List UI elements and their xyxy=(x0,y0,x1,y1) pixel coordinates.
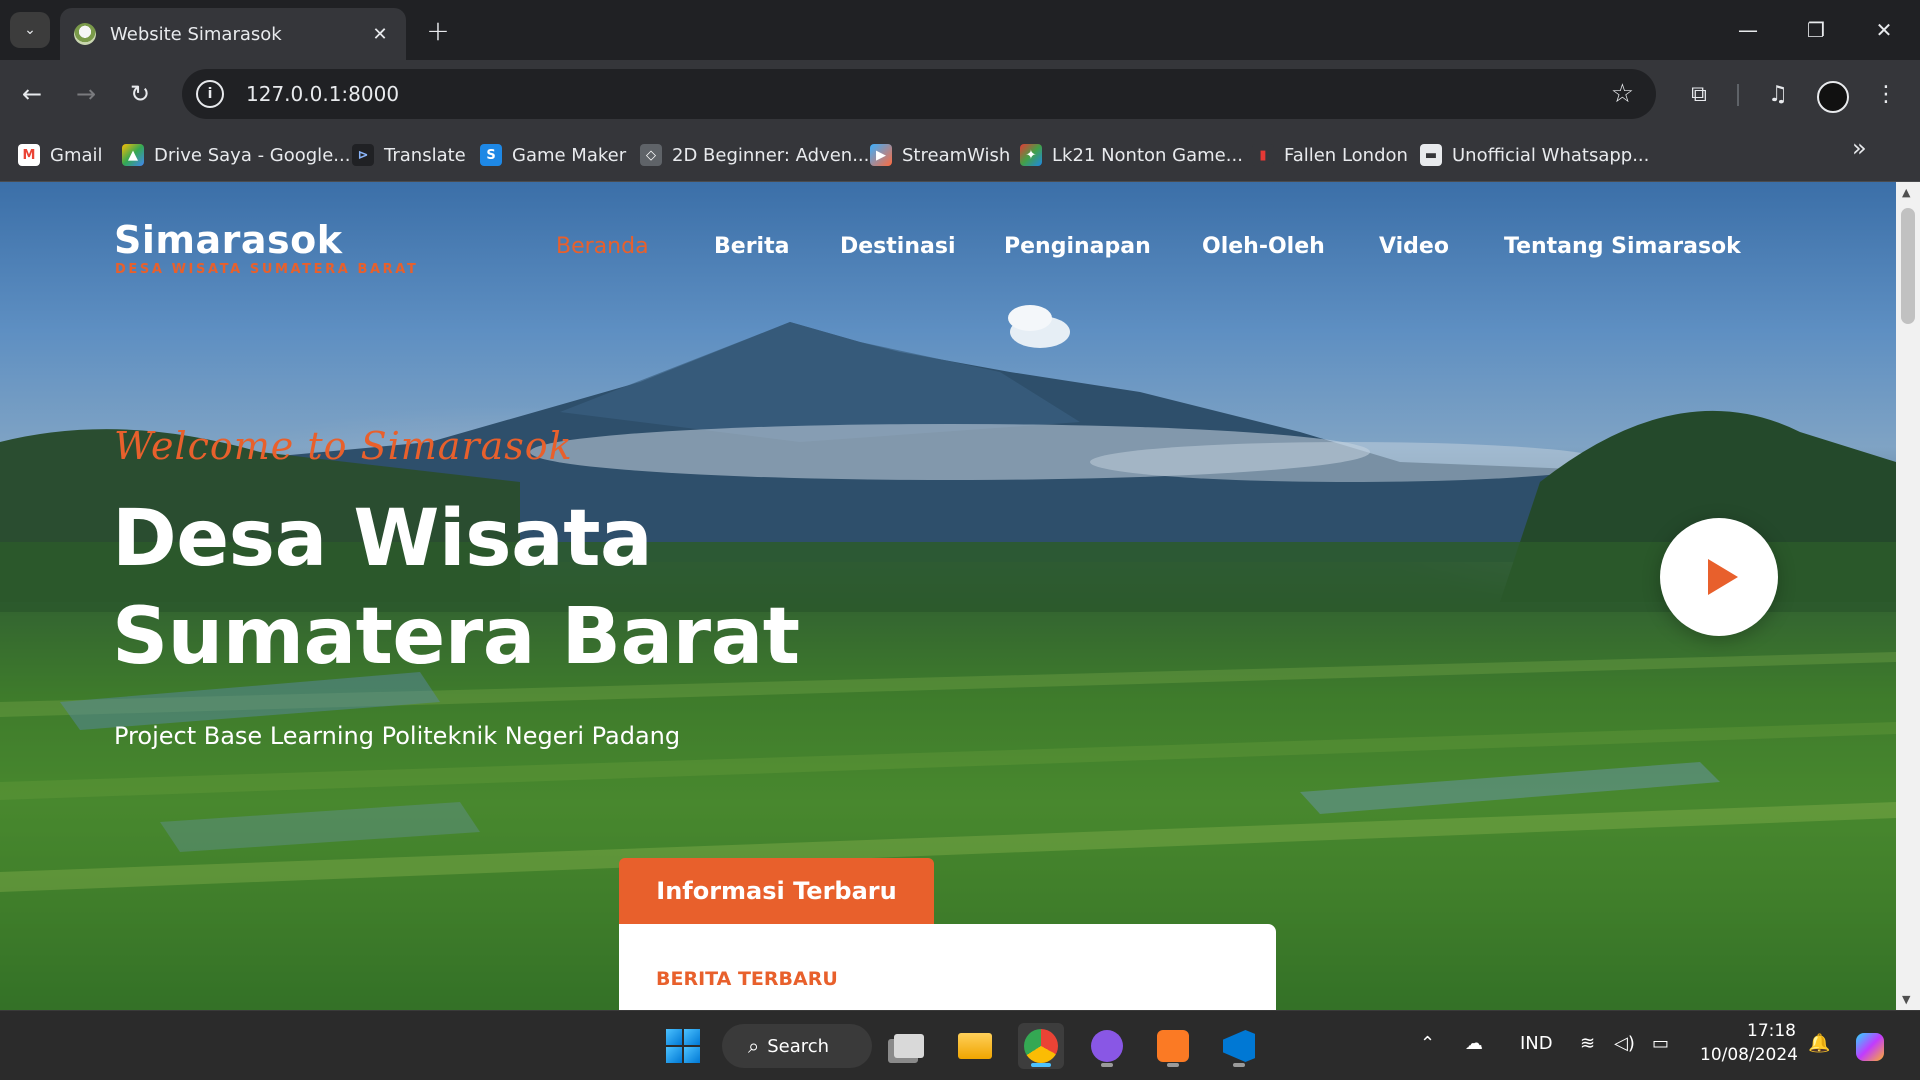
bookmark-streamwish[interactable]: ▶ StreamWish xyxy=(870,140,1010,170)
nav-berita[interactable]: Berita xyxy=(714,234,789,259)
bookmark-2d-beginner[interactable]: ◇ 2D Beginner: Adven... xyxy=(640,140,869,170)
close-window-icon[interactable]: ✕ xyxy=(1862,10,1906,50)
bookmark-translate[interactable]: ⊳ Translate xyxy=(352,140,466,170)
github-icon xyxy=(1091,1030,1123,1062)
taskbar-search-label: Search xyxy=(767,1035,830,1057)
hero-heading-line1: Desa Wisata xyxy=(112,494,653,584)
play-video-button[interactable] xyxy=(1660,518,1778,636)
bookmarks-bar: M Gmail ▲ Drive Saya - Google... ⊳ Translat… xyxy=(0,128,1920,182)
new-tab-button[interactable]: + xyxy=(422,14,454,47)
browser-tab-active[interactable]: Website Simarasok ✕ xyxy=(60,8,406,60)
bookmark-game-maker[interactable]: S Game Maker xyxy=(480,140,626,170)
copilot-icon[interactable] xyxy=(1856,1033,1884,1066)
site-logo-subtitle: DESA WISATA SUMATERA BARAT xyxy=(115,262,419,277)
tab-title: Website Simarasok xyxy=(110,23,282,45)
hero-subtitle: Project Base Learning Politeknik Negeri … xyxy=(114,722,681,750)
streamwish-icon: ▶ xyxy=(870,144,892,166)
play-icon xyxy=(1708,559,1738,595)
chrome-icon xyxy=(1024,1029,1058,1063)
browser-tab-strip: ⌄ Website Simarasok ✕ + — ❐ ✕ xyxy=(0,0,1920,60)
tab-search-button[interactable]: ⌄ xyxy=(10,12,50,48)
taskbar-search[interactable]: ⌕ Search xyxy=(722,1024,872,1068)
bookmark-fallen-london[interactable]: ▮ Fallen London xyxy=(1252,140,1408,170)
google-drive-icon: ▲ xyxy=(122,144,144,166)
profile-avatar[interactable] xyxy=(1817,81,1849,113)
nav-oleh-oleh[interactable]: Oleh-Oleh xyxy=(1202,234,1325,259)
battery-icon[interactable]: ▭ xyxy=(1652,1033,1669,1054)
chevron-down-icon: ⌄ xyxy=(24,22,36,38)
game-maker-icon: S xyxy=(480,144,502,166)
browser-toolbar: ← → ↻ i 127.0.0.1:8000 ☆ ⧉ ♫ ⋮ xyxy=(0,60,1920,128)
site-info-icon[interactable]: i xyxy=(196,80,224,108)
gmail-icon: M xyxy=(18,144,40,166)
xampp-button[interactable] xyxy=(1150,1023,1196,1069)
clock-time: 17:18 xyxy=(1747,1021,1796,1041)
more-bookmarks-icon[interactable]: » xyxy=(1852,134,1867,162)
reload-icon[interactable]: ↻ xyxy=(120,74,160,114)
chat-bubble-icon: ▬ xyxy=(1420,144,1442,166)
folder-icon xyxy=(958,1033,992,1059)
unity-icon: ◇ xyxy=(640,144,662,166)
notification-bell-icon[interactable]: 🔔 xyxy=(1808,1033,1830,1054)
media-queue-icon[interactable]: ♫ xyxy=(1760,76,1796,112)
hero-section: Simarasok DESA WISATA SUMATERA BARAT Ber… xyxy=(0,182,1896,1010)
candle-icon: ▮ xyxy=(1252,144,1274,166)
address-bar[interactable]: i 127.0.0.1:8000 ☆ xyxy=(182,69,1656,119)
latest-info-card: BERITA TERBARU xyxy=(619,924,1276,1010)
windows-logo-icon xyxy=(666,1029,700,1063)
nav-tentang-simarasok[interactable]: Tentang Simarasok xyxy=(1504,234,1741,259)
hero-heading-line2: Sumatera Barat xyxy=(112,592,800,682)
input-language[interactable]: IND xyxy=(1520,1033,1553,1054)
kebab-menu-icon[interactable]: ⋮ xyxy=(1868,76,1904,112)
search-icon: ⌕ xyxy=(748,1034,760,1058)
site-favicon-icon xyxy=(74,23,96,45)
github-desktop-button[interactable] xyxy=(1084,1023,1130,1069)
minimize-icon[interactable]: — xyxy=(1726,10,1770,50)
file-explorer-button[interactable] xyxy=(952,1023,998,1069)
task-view-icon xyxy=(894,1034,924,1058)
bookmark-drive[interactable]: ▲ Drive Saya - Google... xyxy=(122,140,350,170)
chrome-taskbar-button[interactable] xyxy=(1018,1023,1064,1069)
nav-beranda[interactable]: Beranda xyxy=(556,234,649,259)
hero-heading: Desa Wisata Sumatera Barat xyxy=(112,490,800,686)
taskbar-clock[interactable]: 17:18 10/08/2024 xyxy=(1700,1019,1798,1067)
nav-video[interactable]: Video xyxy=(1379,234,1449,259)
latest-news-heading: BERITA TERBARU xyxy=(656,968,838,990)
scroll-down-arrow-icon[interactable]: ▼ xyxy=(1902,993,1910,1006)
start-button[interactable] xyxy=(660,1023,706,1069)
forward-arrow-icon[interactable]: → xyxy=(66,74,106,114)
close-tab-icon[interactable]: ✕ xyxy=(368,22,392,46)
windows-taskbar: ⌕ Search ⌃ ☁ IND ≋ ◁) ▭ 17:18 10/08/2024… xyxy=(0,1010,1920,1080)
restore-icon[interactable]: ❐ xyxy=(1794,10,1838,50)
url-text: 127.0.0.1:8000 xyxy=(246,82,400,106)
wifi-icon[interactable]: ≋ xyxy=(1580,1033,1595,1054)
latest-info-tab[interactable]: Informasi Terbaru xyxy=(619,858,934,924)
back-arrow-icon[interactable]: ← xyxy=(12,74,52,114)
task-view-button[interactable] xyxy=(886,1023,932,1069)
bookmark-gmail[interactable]: M Gmail xyxy=(18,140,103,170)
translate-icon: ⊳ xyxy=(352,144,374,166)
bookmark-star-icon[interactable]: ☆ xyxy=(1611,79,1634,109)
toolbar-divider xyxy=(1737,84,1739,106)
tray-overflow-chevron-icon[interactable]: ⌃ xyxy=(1420,1033,1435,1054)
extensions-puzzle-icon[interactable]: ⧉ xyxy=(1681,76,1717,112)
vscode-button[interactable] xyxy=(1216,1023,1262,1069)
welcome-script-text: Welcome to Simarasok xyxy=(114,424,573,468)
onedrive-cloud-icon[interactable]: ☁ xyxy=(1465,1033,1483,1054)
nav-penginapan[interactable]: Penginapan xyxy=(1004,234,1151,259)
xampp-icon xyxy=(1157,1030,1189,1062)
scroll-up-arrow-icon[interactable]: ▲ xyxy=(1902,186,1910,199)
scrollbar-thumb[interactable] xyxy=(1901,208,1915,324)
volume-icon[interactable]: ◁) xyxy=(1614,1033,1635,1054)
lk21-icon: ✦ xyxy=(1020,144,1042,166)
nav-destinasi[interactable]: Destinasi xyxy=(840,234,955,259)
bookmark-lk21[interactable]: ✦ Lk21 Nonton Game... xyxy=(1020,140,1243,170)
site-logo-title[interactable]: Simarasok xyxy=(114,218,343,262)
page-scrollbar[interactable]: ▲ ▼ xyxy=(1896,182,1920,1010)
clock-date: 10/08/2024 xyxy=(1700,1045,1798,1065)
bookmark-whatsapp[interactable]: ▬ Unofficial Whatsapp... xyxy=(1420,140,1649,170)
vscode-icon xyxy=(1223,1030,1255,1062)
